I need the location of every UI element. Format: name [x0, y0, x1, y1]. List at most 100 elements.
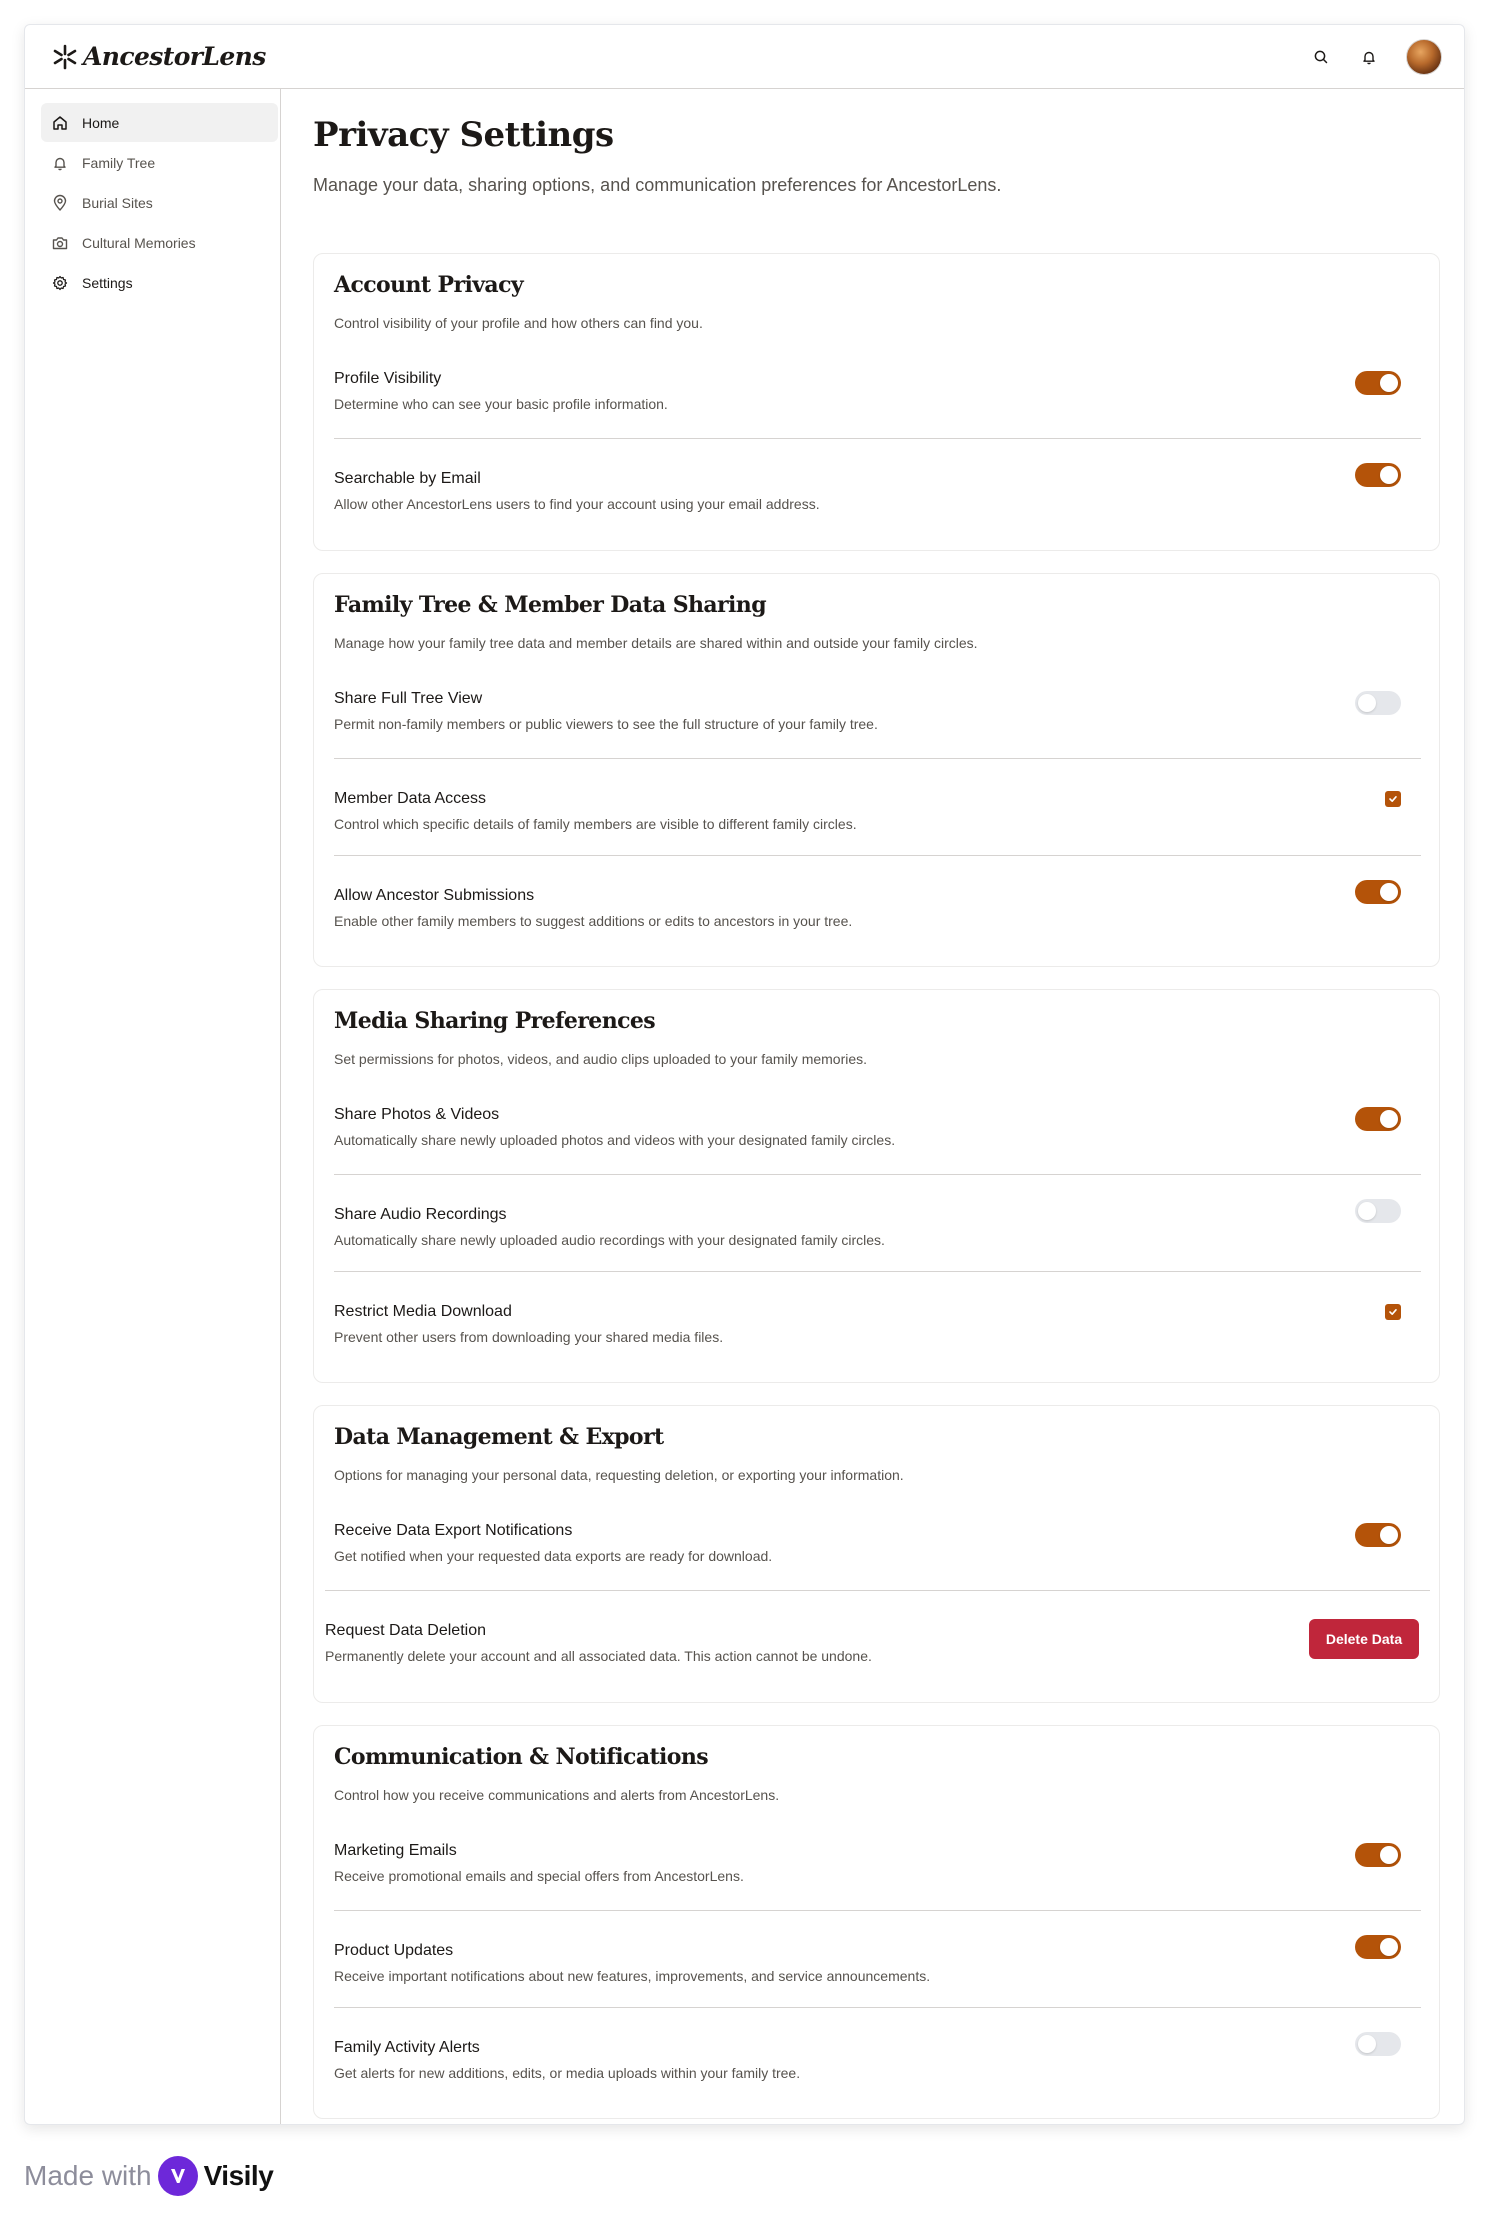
setting-row-share-audio-recordings: Share Audio Recordings Automatically sha…: [334, 1174, 1421, 1271]
restrict-media-download-checkbox[interactable]: [1385, 1304, 1401, 1320]
sidebar-item-settings[interactable]: Settings: [41, 263, 278, 302]
setting-label: Searchable by Email: [334, 470, 481, 487]
home-icon: [51, 114, 69, 132]
toggle-knob: [1380, 883, 1398, 901]
visily-brand: Visily: [203, 2160, 274, 2191]
toggle-knob: [1380, 1846, 1398, 1864]
setting-description: Get alerts for new additions, edits, or …: [334, 2065, 801, 2081]
data-export-notifications-toggle[interactable]: [1355, 1523, 1401, 1547]
delete-data-button[interactable]: Delete Data: [1309, 1619, 1419, 1659]
toggle-knob: [1380, 1526, 1398, 1544]
setting-description: Prevent other users from downloading you…: [334, 1329, 724, 1345]
setting-description: Get notified when your requested data ex…: [334, 1548, 773, 1564]
logo-star-icon: [53, 44, 77, 69]
camera-icon: [51, 234, 69, 252]
card-title: Data Management & Export: [334, 1424, 664, 1450]
setting-label: Share Audio Recordings: [334, 1206, 507, 1223]
family-activity-alerts-toggle[interactable]: [1355, 2032, 1401, 2056]
bell-icon: [51, 154, 69, 172]
toggle-knob: [1380, 466, 1398, 484]
setting-row-share-full-tree-view: Share Full Tree View Permit non-family m…: [334, 661, 1421, 758]
app-window: AncestorLens Home Family Tree Burial Sit…: [24, 24, 1465, 2125]
top-actions: [1310, 38, 1442, 75]
setting-label: Product Updates: [334, 1942, 454, 1959]
card-title: Family Tree & Member Data Sharing: [334, 592, 767, 618]
sidebar-item-label: Home: [82, 114, 120, 131]
toggle-knob: [1380, 1110, 1398, 1128]
setting-row-share-photos-videos: Share Photos & Videos Automatically shar…: [334, 1077, 1421, 1174]
setting-description: Permanently delete your account and all …: [325, 1648, 872, 1664]
setting-row-request-data-deletion: Request Data Deletion Permanently delete…: [325, 1590, 1430, 1687]
setting-row-product-updates: Product Updates Receive important notifi…: [334, 1910, 1421, 2007]
member-data-access-checkbox[interactable]: [1385, 791, 1401, 807]
setting-row-profile-visibility: Profile Visibility Determine who can see…: [334, 341, 1421, 438]
allow-ancestor-submissions-toggle[interactable]: [1355, 880, 1401, 904]
check-icon: [1389, 1309, 1397, 1315]
sidebar-item-burial-sites[interactable]: Burial Sites: [41, 183, 278, 222]
sidebar-item-label: Burial Sites: [82, 194, 153, 211]
map-pin-icon: [51, 194, 69, 212]
setting-label: Receive Data Export Notifications: [334, 1522, 573, 1539]
gear-icon: [51, 274, 69, 292]
setting-row-family-activity-alerts: Family Activity Alerts Get alerts for ne…: [334, 2007, 1421, 2104]
setting-label: Share Full Tree View: [334, 690, 483, 707]
check-icon: [1389, 796, 1397, 802]
card-description: Control how you receive communications a…: [334, 1787, 780, 1803]
sidebar-item-label: Settings: [82, 274, 133, 291]
card-title: Account Privacy: [334, 272, 524, 298]
setting-label: Marketing Emails: [334, 1842, 457, 1859]
share-audio-recordings-toggle[interactable]: [1355, 1199, 1401, 1223]
share-photos-videos-toggle[interactable]: [1355, 1107, 1401, 1131]
setting-label: Allow Ancestor Submissions: [334, 887, 535, 904]
setting-description: Permit non-family members or public view…: [334, 716, 878, 732]
setting-label: Member Data Access: [334, 790, 487, 807]
app-logo[interactable]: AncestorLens: [51, 42, 266, 71]
setting-label: Share Photos & Videos: [334, 1106, 500, 1123]
sidebar: Home Family Tree Burial Sites Cultural M…: [25, 89, 281, 2124]
made-with-badge[interactable]: Made with Visily: [24, 2156, 274, 2196]
setting-row-allow-ancestor-submissions: Allow Ancestor Submissions Enable other …: [334, 855, 1421, 952]
setting-label: Profile Visibility: [334, 370, 442, 387]
sidebar-item-cultural-memories[interactable]: Cultural Memories: [41, 223, 278, 262]
visily-logo-icon: [157, 2156, 198, 2196]
main-content: Privacy Settings Manage your data, shari…: [313, 89, 1440, 2119]
media-sharing-card: Media Sharing Preferences Set permission…: [313, 989, 1440, 1383]
bell-icon[interactable]: [1358, 46, 1380, 68]
setting-description: Control which specific details of family…: [334, 816, 857, 832]
setting-label: Restrict Media Download: [334, 1303, 512, 1320]
setting-description: Allow other AncestorLens users to find y…: [334, 496, 820, 512]
communication-card: Communication & Notifications Control ho…: [313, 1725, 1440, 2119]
searchable-by-email-toggle[interactable]: [1355, 463, 1401, 487]
setting-description: Automatically share newly uploaded audio…: [334, 1232, 885, 1248]
toggle-knob: [1358, 2035, 1376, 2053]
product-updates-toggle[interactable]: [1355, 1935, 1401, 1959]
page-title: Privacy Settings: [313, 115, 614, 155]
setting-description: Enable other family members to suggest a…: [334, 913, 853, 929]
setting-description: Automatically share newly uploaded photo…: [334, 1132, 896, 1148]
data-management-card: Data Management & Export Options for man…: [313, 1405, 1440, 1703]
search-icon[interactable]: [1310, 46, 1332, 68]
setting-label: Family Activity Alerts: [334, 2039, 480, 2056]
app-name: AncestorLens: [83, 42, 266, 71]
family-tree-sharing-card: Family Tree & Member Data Sharing Manage…: [313, 573, 1440, 967]
card-title: Media Sharing Preferences: [334, 1008, 656, 1034]
top-bar: AncestorLens: [25, 25, 1464, 89]
toggle-knob: [1358, 1202, 1376, 1220]
made-with-text: Made with: [24, 2160, 152, 2191]
sidebar-item-label: Family Tree: [82, 154, 156, 171]
card-description: Control visibility of your profile and h…: [334, 315, 703, 331]
profile-visibility-toggle[interactable]: [1355, 371, 1401, 395]
toggle-knob: [1380, 374, 1398, 392]
share-full-tree-view-toggle[interactable]: [1355, 691, 1401, 715]
marketing-emails-toggle[interactable]: [1355, 1843, 1401, 1867]
setting-description: Receive important notifications about ne…: [334, 1968, 931, 1984]
sidebar-item-label: Cultural Memories: [82, 234, 196, 251]
account-privacy-card: Account Privacy Control visibility of yo…: [313, 253, 1440, 551]
sidebar-item-home[interactable]: Home: [41, 103, 278, 142]
setting-description: Determine who can see your basic profile…: [334, 396, 668, 412]
setting-row-member-data-access: Member Data Access Control which specifi…: [334, 758, 1421, 855]
setting-label: Request Data Deletion: [325, 1622, 486, 1639]
user-avatar[interactable]: [1406, 38, 1442, 75]
setting-row-searchable-by-email: Searchable by Email Allow other Ancestor…: [334, 438, 1421, 535]
sidebar-item-family-tree[interactable]: Family Tree: [41, 143, 278, 182]
